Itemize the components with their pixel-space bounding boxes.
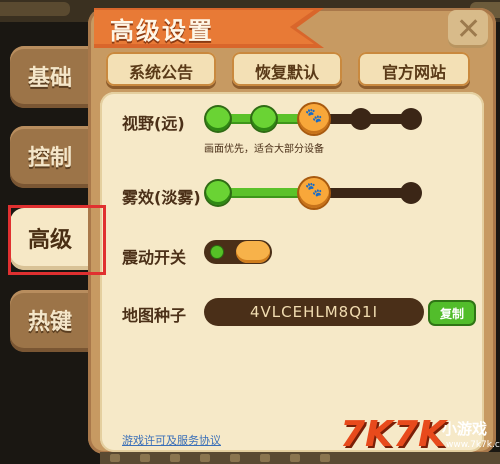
map-seed-label: 地图种子: [122, 306, 187, 325]
watermark-brand: 7K7K: [340, 414, 446, 455]
fog-step-2[interactable]: [299, 178, 329, 208]
tab-control-label: 控制: [28, 146, 73, 171]
view-distance-step-1[interactable]: [206, 107, 230, 131]
watermark-url: www.7k7k.com: [446, 440, 500, 450]
vibration-label: 震动开关: [122, 248, 187, 267]
toggle-on-indicator: [211, 246, 223, 258]
restore-default-button[interactable]: 恢复默认: [232, 52, 342, 86]
close-button[interactable]: ✕: [448, 10, 488, 48]
license-link[interactable]: 游戏许可及服务协议: [122, 432, 221, 448]
official-site-button[interactable]: 官方网站: [358, 52, 470, 86]
view-distance-step-2[interactable]: [252, 107, 276, 131]
fog-step-3[interactable]: [400, 182, 422, 204]
close-icon: ✕: [456, 12, 482, 47]
tab-hotkeys-label: 热键: [28, 310, 73, 335]
official-site-label: 官方网站: [381, 63, 446, 82]
panel-title: 高级设置: [110, 17, 214, 45]
vibration-toggle[interactable]: [204, 240, 272, 264]
tab-advanced-label: 高级: [28, 228, 73, 253]
map-seed-value: 4VLCEHLM8Q1I: [249, 303, 378, 321]
map-seed-field: 4VLCEHLM8Q1I: [204, 298, 424, 326]
view-distance-label: 视野(远): [122, 114, 185, 133]
announcement-label: 系统公告: [128, 63, 193, 82]
top-bar-strip: [0, 2, 70, 16]
view-distance-step-5[interactable]: [400, 108, 422, 130]
announcement-button[interactable]: 系统公告: [106, 52, 216, 86]
view-distance-step-3[interactable]: [299, 104, 329, 134]
watermark-logo: 7K7K 小游戏 www.7k7k.com: [340, 414, 500, 458]
tab-basic-label: 基础: [28, 66, 73, 91]
fog-label: 雾效(淡雾): [122, 188, 201, 207]
copy-seed-button[interactable]: 复制: [430, 302, 474, 324]
fog-step-1[interactable]: [206, 181, 230, 205]
watermark-sub: 小游戏: [442, 420, 488, 438]
toggle-thumb: [236, 241, 270, 263]
view-distance-hint: 画面优先，适合大部分设备: [204, 144, 324, 155]
restore-default-label: 恢复默认: [254, 63, 319, 82]
copy-seed-label: 复制: [439, 307, 464, 321]
view-distance-step-4[interactable]: [350, 108, 372, 130]
